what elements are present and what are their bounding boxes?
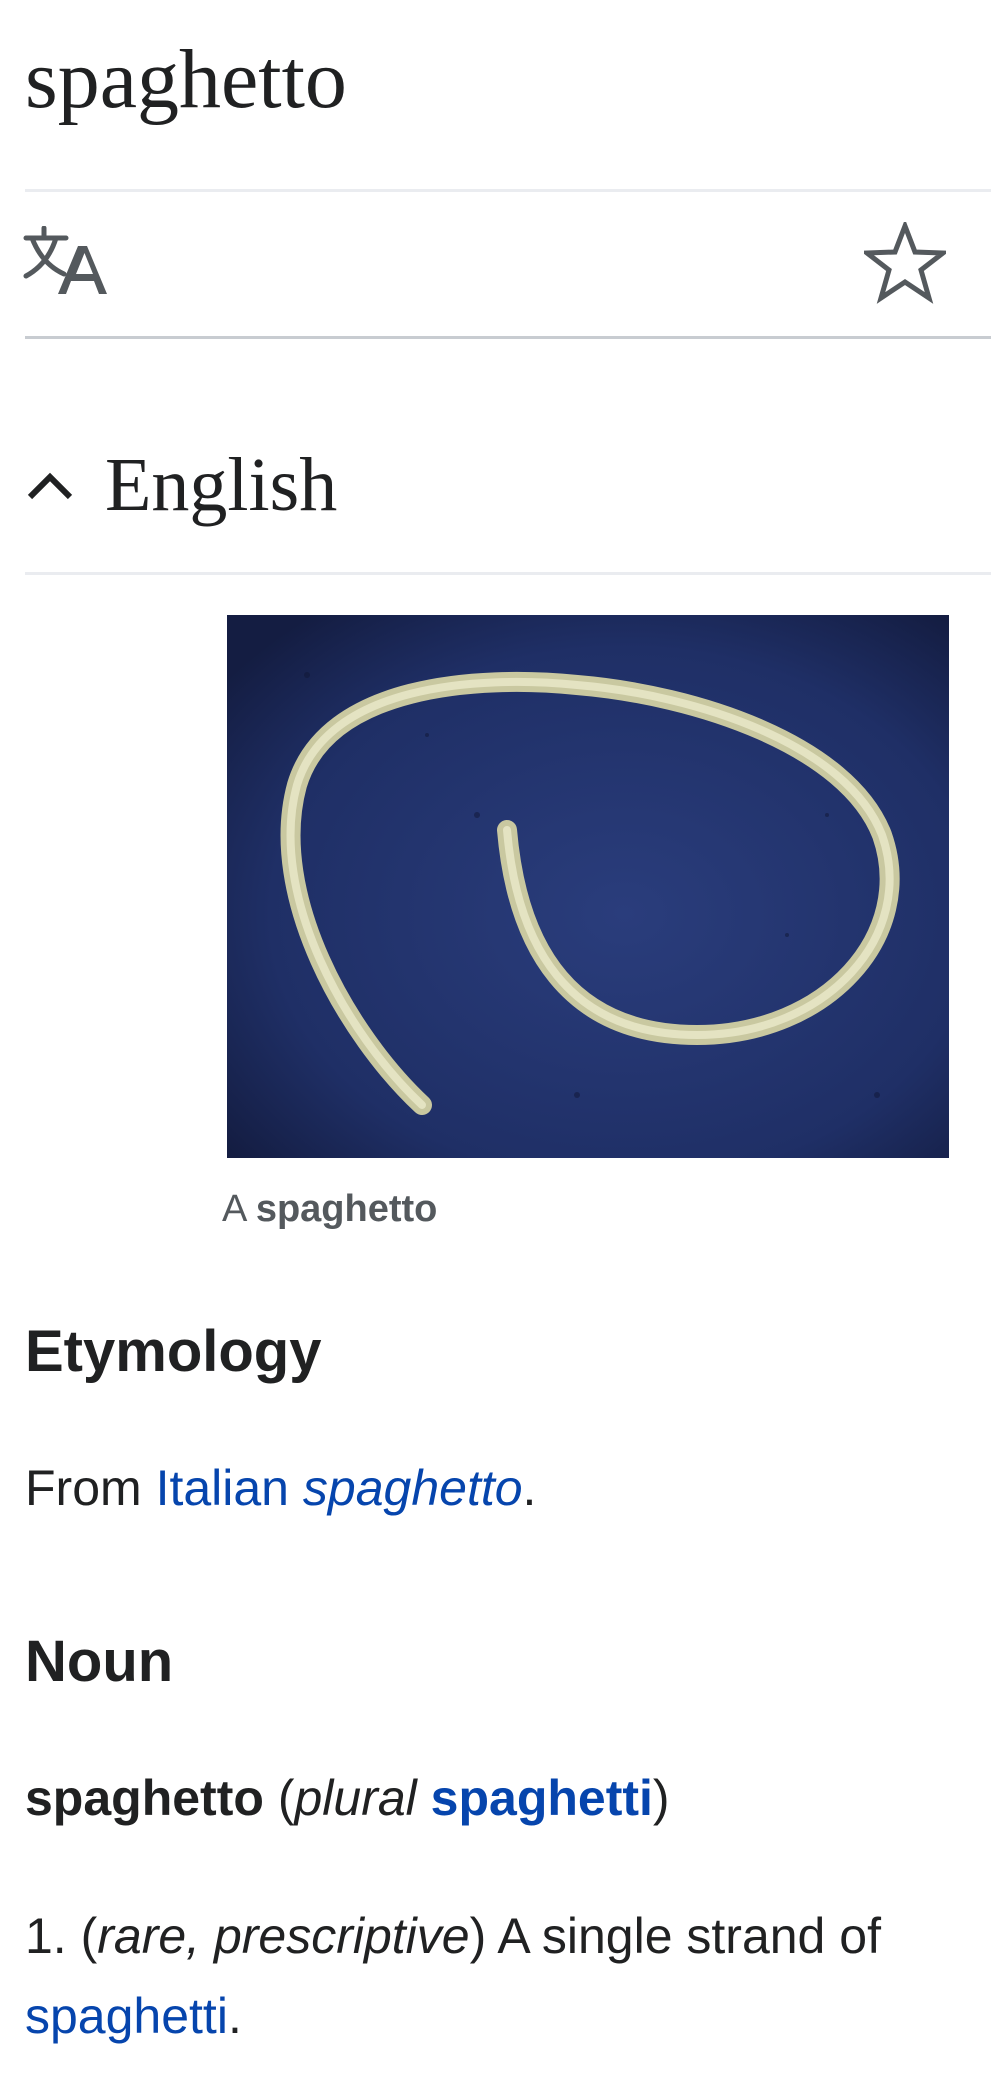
star-icon[interactable] — [864, 222, 946, 304]
spaghetto-image[interactable] — [227, 615, 949, 1158]
section-header-english[interactable]: English — [25, 430, 337, 540]
section-divider — [25, 572, 991, 575]
translate-icon[interactable] — [22, 226, 112, 296]
definition-1: 1. (rare, prescriptive) A single strand … — [25, 1908, 881, 2044]
section-title: English — [105, 442, 338, 527]
spaghetti-link[interactable]: spaghetti — [25, 1988, 228, 2044]
etymology-text: From Italian spaghetto. — [25, 1460, 537, 1516]
italian-term-link[interactable]: spaghetto — [303, 1460, 523, 1516]
spaghetto-photo — [227, 615, 949, 1158]
headword-line: spaghetto (plural spaghetti) — [25, 1770, 670, 1826]
caption-term: spaghetto — [255, 1188, 438, 1230]
noun-heading: Noun — [25, 1629, 174, 1694]
title-divider — [25, 189, 991, 192]
page-title: spaghetto — [25, 33, 347, 126]
definition-qualifier: rare, prescriptive — [97, 1908, 470, 1964]
image-caption: A spaghetto — [222, 1188, 438, 1230]
headword: spaghetto — [25, 1770, 264, 1826]
etymology-heading: Etymology — [25, 1319, 322, 1384]
toolbar-divider — [25, 336, 991, 339]
plural-label: plural — [294, 1770, 417, 1826]
plural-link[interactable]: spaghetti — [431, 1770, 653, 1826]
chevron-up-icon[interactable] — [25, 465, 75, 505]
italian-language-link[interactable]: Italian — [156, 1460, 289, 1516]
